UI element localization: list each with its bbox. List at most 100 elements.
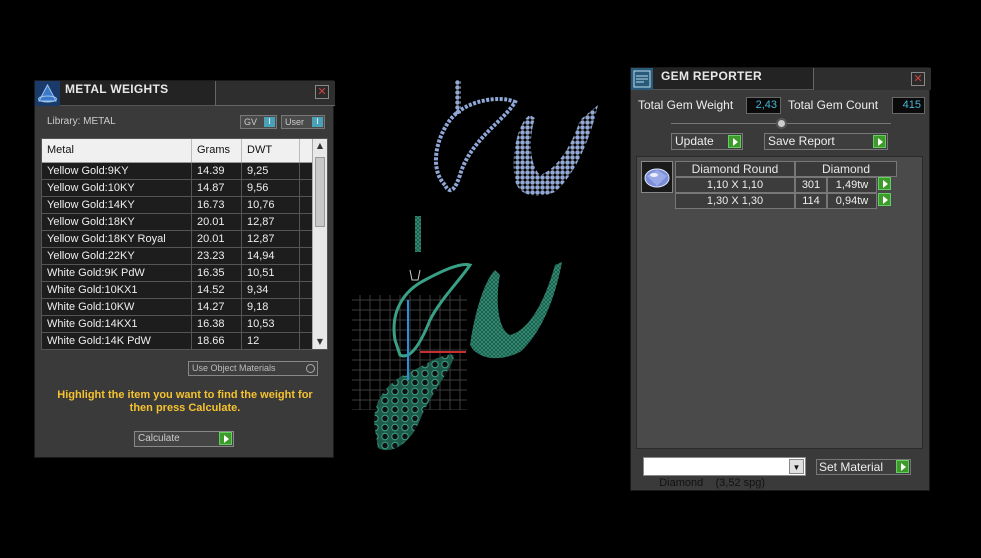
table-row[interactable]: Yellow Gold:14KY 16.73 10,76 — [42, 197, 327, 214]
table-row[interactable]: White Gold:14K PdW 18.66 12 — [42, 333, 327, 349]
gv-button-label: GV — [244, 117, 258, 127]
total-gem-count-value: 415 — [892, 97, 925, 114]
play-arrow-icon — [873, 135, 886, 148]
use-object-materials-toggle[interactable]: Use Object Materials — [188, 361, 318, 376]
metal-name-cell: White Gold:10KW — [42, 299, 192, 315]
metal-weights-titlebar[interactable]: METAL WEIGHTS ✕ — [35, 81, 335, 106]
metal-name-cell: Yellow Gold:9KY — [42, 163, 192, 179]
gv-indicator-icon: I — [264, 117, 275, 127]
gem-weight-cell: 0,94tw — [827, 193, 877, 209]
metal-name-cell: Yellow Gold:22KY — [42, 248, 192, 264]
dwt-cell: 10,53 — [242, 316, 300, 332]
table-row[interactable]: White Gold:14KX1 16.38 10,53 — [42, 316, 327, 333]
gem-reporter-title: GEM REPORTER — [661, 69, 762, 83]
dwt-cell: 10,76 — [242, 197, 300, 213]
grams-cell: 16.38 — [192, 316, 242, 332]
gem-reporter-titlebar[interactable]: GEM REPORTER ✕ — [631, 68, 931, 90]
column-header-dwt[interactable]: DWT — [242, 139, 300, 162]
grams-cell: 14.87 — [192, 180, 242, 196]
grams-cell: 23.23 — [192, 248, 242, 264]
table-row[interactable]: White Gold:9K PdW 16.35 10,51 — [42, 265, 327, 282]
dwt-cell: 10,51 — [242, 265, 300, 281]
chevron-down-icon[interactable]: ▼ — [789, 459, 804, 474]
table-row[interactable]: Yellow Gold:18KY 20.01 12,87 — [42, 214, 327, 231]
save-report-label: Save Report — [768, 134, 835, 148]
table-row[interactable]: Yellow Gold:22KY 23.23 14,94 — [42, 248, 327, 265]
metal-table-header: Metal Grams DWT — [42, 139, 327, 163]
dwt-cell: 14,94 — [242, 248, 300, 264]
diamond-gem-icon[interactable] — [641, 161, 673, 193]
play-arrow-icon[interactable] — [878, 177, 891, 190]
gem-size-cell: 1,30 X 1,30 — [675, 193, 795, 209]
metal-name-cell: White Gold:14KX1 — [42, 316, 192, 332]
metal-name-cell: White Gold:9K PdW — [42, 265, 192, 281]
gem-material-header: Diamond — [795, 161, 897, 177]
dwt-cell: 9,56 — [242, 180, 300, 196]
grams-cell: 16.73 — [192, 197, 242, 213]
set-material-label: Set Material — [819, 460, 884, 474]
list-item[interactable]: 1,10 X 1,10 301 1,49tw — [675, 177, 900, 193]
play-arrow-icon — [896, 460, 909, 473]
scroll-thumb[interactable] — [315, 157, 325, 227]
material-select[interactable]: Diamond (3,52 spg) ▼ — [643, 457, 806, 489]
gem-reporter-app-icon — [631, 68, 653, 90]
grams-cell: 14.27 — [192, 299, 242, 315]
gem-reporter-panel: GEM REPORTER ✕ Total Gem Weight 2,43 Tot… — [630, 67, 931, 491]
metal-weights-panel: METAL WEIGHTS ✕ Library: METAL GV I User… — [34, 80, 335, 458]
grams-cell: 20.01 — [192, 231, 242, 247]
gem-table-body: 1,10 X 1,10 301 1,49tw 1,30 X 1,30 114 0,94tw — [675, 177, 900, 209]
metal-table-body: Yellow Gold:9KY 14.39 9,25 Yellow Gold:10KY… — [42, 163, 327, 349]
gem-shape-header: Diamond Round — [675, 161, 795, 177]
gem-count-cell: 301 — [795, 177, 827, 193]
table-row[interactable]: Yellow Gold:9KY 14.39 9,25 — [42, 163, 327, 180]
total-gem-count-label: Total Gem Count — [788, 98, 879, 112]
metal-name-cell: Yellow Gold:14KY — [42, 197, 192, 213]
scroll-down-icon[interactable]: ▼ — [313, 335, 327, 349]
table-row[interactable]: White Gold:10KX1 14.52 9,34 — [42, 282, 327, 299]
grams-cell: 18.66 — [192, 333, 242, 349]
library-label: Library: METAL — [47, 116, 116, 127]
metal-weights-app-icon — [35, 81, 60, 106]
dwt-cell: 9,18 — [242, 299, 300, 315]
update-button[interactable]: Update — [671, 133, 743, 150]
gem-table-header: Diamond Round Diamond — [675, 161, 900, 177]
gem-weight-cell: 1,49tw — [827, 177, 877, 193]
calculate-label: Calculate — [138, 433, 180, 444]
play-arrow-icon — [728, 135, 741, 148]
save-report-button[interactable]: Save Report — [764, 133, 888, 150]
gv-button[interactable]: GV I — [240, 115, 277, 129]
mesh-preview-lower — [352, 216, 562, 451]
play-arrow-icon[interactable] — [878, 193, 891, 206]
metal-name-cell: Yellow Gold:18KY Royal — [42, 231, 192, 247]
close-icon[interactable]: ✕ — [315, 85, 329, 99]
total-gem-weight-value: 2,43 — [746, 97, 781, 114]
metal-name-cell: Yellow Gold:18KY — [42, 214, 192, 230]
total-gem-weight-label: Total Gem Weight — [638, 98, 734, 112]
splitter-knob-icon[interactable] — [776, 118, 787, 129]
user-indicator-icon: I — [312, 117, 323, 127]
table-row[interactable]: Yellow Gold:10KY 14.87 9,56 — [42, 180, 327, 197]
metal-table[interactable]: Metal Grams DWT Yellow Gold:9KY 14.39 9,25… — [41, 138, 328, 350]
radio-icon[interactable] — [306, 364, 315, 373]
dwt-cell: 12,87 — [242, 231, 300, 247]
grams-cell: 16.35 — [192, 265, 242, 281]
column-header-grams[interactable]: Grams — [192, 139, 242, 162]
close-icon[interactable]: ✕ — [911, 72, 925, 86]
user-button[interactable]: User I — [281, 115, 325, 129]
gem-count-cell: 114 — [795, 193, 827, 209]
set-material-button[interactable]: Set Material — [816, 459, 911, 475]
scroll-up-icon[interactable]: ▲ — [313, 139, 327, 153]
dwt-cell: 9,34 — [242, 282, 300, 298]
calculate-hint: Highlight the item you want to find the … — [57, 389, 313, 414]
metal-table-scrollbar[interactable]: ▲ ▼ — [312, 139, 327, 349]
table-row[interactable]: White Gold:10KW 14.27 9,18 — [42, 299, 327, 316]
table-row[interactable]: Yellow Gold:18KY Royal 20.01 12,87 — [42, 231, 327, 248]
calculate-button[interactable]: Calculate — [134, 431, 234, 447]
update-label: Update — [675, 134, 714, 148]
dwt-cell: 12 — [242, 333, 300, 349]
material-select-value: Diamond (3,52 spg) — [659, 477, 766, 489]
column-header-metal[interactable]: Metal — [42, 139, 192, 162]
list-item[interactable]: 1,30 X 1,30 114 0,94tw — [675, 193, 900, 209]
gem-size-cell: 1,10 X 1,10 — [675, 177, 795, 193]
dwt-cell: 12,87 — [242, 214, 300, 230]
